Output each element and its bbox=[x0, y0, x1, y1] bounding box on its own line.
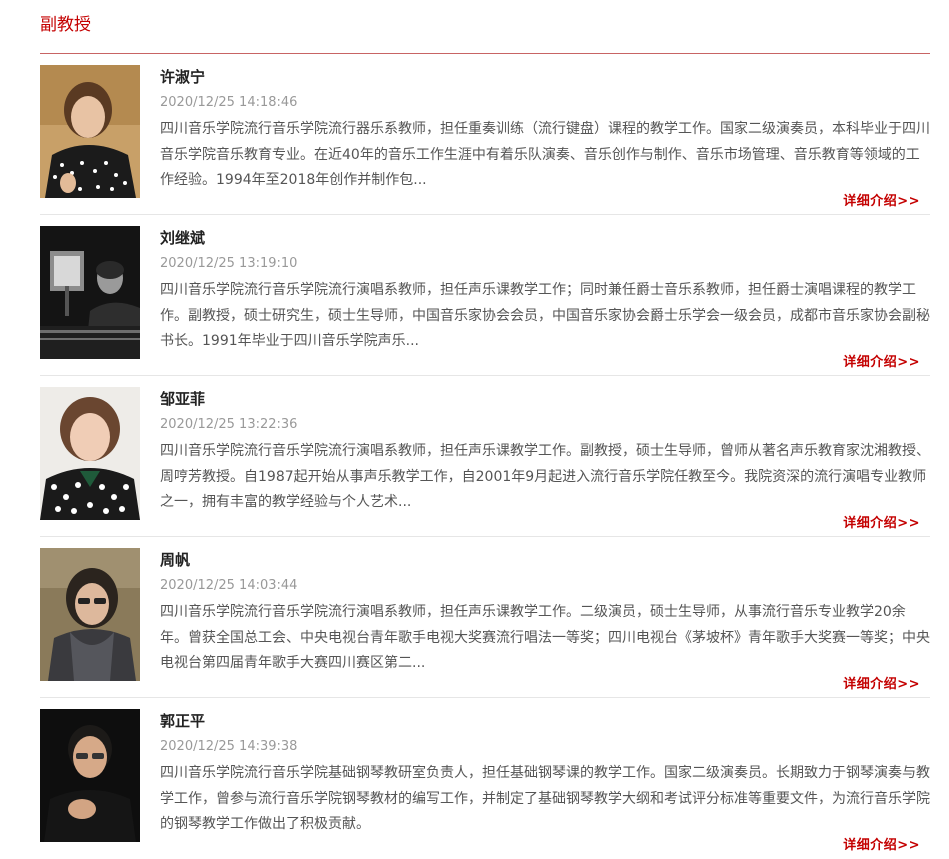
teacher-description: 四川音乐学院流行音乐学院流行演唱系教师，担任声乐课教学工作；同时兼任爵士音乐系教… bbox=[160, 282, 930, 349]
list-item: 周帆 2020/12/25 14:03:44 四川音乐学院流行音乐学院流行演唱系… bbox=[40, 537, 930, 698]
list-item: 刘继斌 2020/12/25 13:19:10 四川音乐学院流行音乐学院流行演唱… bbox=[40, 215, 930, 376]
portrait-image bbox=[40, 226, 140, 359]
details-link[interactable]: 详细介绍>> bbox=[843, 676, 920, 694]
teacher-photo[interactable] bbox=[40, 387, 140, 520]
post-date: 2020/12/25 14:03:44 bbox=[160, 578, 298, 593]
teacher-description: 四川音乐学院流行音乐学院基础钢琴教研室负责人，担任基础钢琴课的教学工作。国家二级… bbox=[160, 765, 930, 832]
teacher-photo[interactable] bbox=[40, 548, 140, 681]
teacher-name[interactable]: 周帆 bbox=[160, 550, 190, 570]
teacher-photo[interactable] bbox=[40, 65, 140, 198]
portrait-image bbox=[40, 387, 140, 520]
section-title: 副教授 bbox=[40, 15, 91, 35]
portrait-image bbox=[40, 548, 140, 681]
details-link[interactable]: 详细介绍>> bbox=[843, 193, 920, 211]
details-link[interactable]: 详细介绍>> bbox=[843, 515, 920, 533]
details-link[interactable]: 详细介绍>> bbox=[843, 354, 920, 372]
teacher-photo[interactable] bbox=[40, 709, 140, 842]
teacher-list: 许淑宁 2020/12/25 14:18:46 四川音乐学院流行音乐学院流行器乐… bbox=[40, 54, 930, 859]
post-date: 2020/12/25 13:22:36 bbox=[160, 417, 298, 432]
post-date: 2020/12/25 13:19:10 bbox=[160, 256, 298, 271]
list-item: 许淑宁 2020/12/25 14:18:46 四川音乐学院流行音乐学院流行器乐… bbox=[40, 54, 930, 215]
teacher-description: 四川音乐学院流行音乐学院流行演唱系教师，担任声乐课教学工作。二级演员，硕士生导师… bbox=[160, 604, 930, 671]
list-item: 邹亚菲 2020/12/25 13:22:36 四川音乐学院流行音乐学院流行演唱… bbox=[40, 376, 930, 537]
post-date: 2020/12/25 14:39:38 bbox=[160, 739, 298, 754]
teacher-photo[interactable] bbox=[40, 226, 140, 359]
portrait-image bbox=[40, 709, 140, 842]
teacher-description: 四川音乐学院流行音乐学院流行演唱系教师，担任声乐课教学工作。副教授，硕士生导师，… bbox=[160, 443, 930, 510]
post-date: 2020/12/25 14:18:46 bbox=[160, 95, 298, 110]
portrait-image bbox=[40, 65, 140, 198]
teacher-name[interactable]: 邹亚菲 bbox=[160, 389, 205, 409]
details-link[interactable]: 详细介绍>> bbox=[843, 837, 920, 855]
teacher-description: 四川音乐学院流行音乐学院流行器乐系教师，担任重奏训练（流行键盘）课程的教学工作。… bbox=[160, 121, 930, 188]
teacher-name[interactable]: 郭正平 bbox=[160, 711, 205, 731]
teacher-name[interactable]: 刘继斌 bbox=[160, 228, 205, 248]
list-item: 郭正平 2020/12/25 14:39:38 四川音乐学院流行音乐学院基础钢琴… bbox=[40, 698, 930, 859]
teacher-name[interactable]: 许淑宁 bbox=[160, 67, 205, 87]
